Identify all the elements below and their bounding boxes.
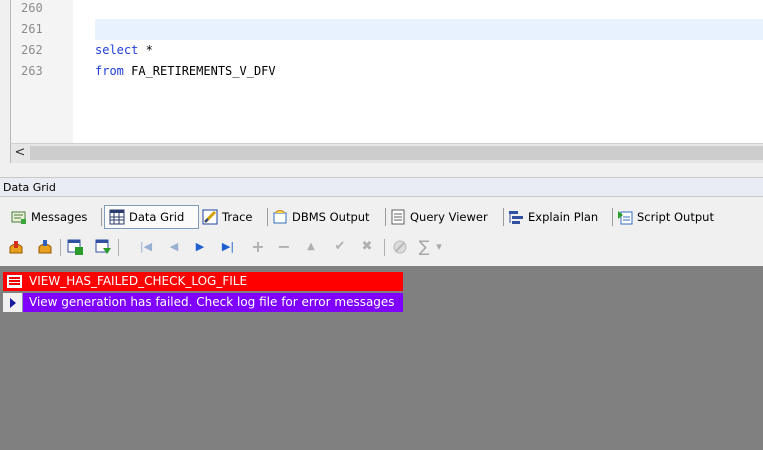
tab-divider xyxy=(503,208,504,226)
tab-label: DBMS Output xyxy=(292,210,370,224)
script-output-icon xyxy=(617,209,633,225)
line-number: 263 xyxy=(21,64,43,78)
tab-label: Messages xyxy=(31,210,88,224)
messages-icon xyxy=(11,209,27,225)
tab-divider xyxy=(101,208,102,226)
toolbar-divider xyxy=(384,239,385,256)
row-indicator-icon xyxy=(3,293,23,312)
refresh-grid-icon[interactable] xyxy=(94,238,112,256)
tab-query-viewer[interactable]: Query Viewer xyxy=(390,204,488,230)
code-line[interactable] xyxy=(95,0,763,19)
panel-title: Data Grid xyxy=(0,177,763,197)
explain-plan-icon xyxy=(508,209,524,225)
sql-keyword: select xyxy=(95,43,139,57)
editor-horizontal-scrollbar[interactable]: < xyxy=(10,143,763,163)
query-viewer-icon xyxy=(390,209,406,225)
tab-divider xyxy=(267,208,268,226)
tab-divider xyxy=(385,208,386,226)
sql-keyword: from xyxy=(95,64,124,78)
tab-messages[interactable]: Messages xyxy=(11,204,87,230)
line-number: 262 xyxy=(21,43,43,57)
grid-toolbar: |◀ ◀ ▶ ▶| + − ▲ ✔ ✖ ∑ ▾ xyxy=(0,234,763,261)
toolbar-divider xyxy=(118,239,119,256)
sql-editor[interactable]: 260 261 262 263 select * from FA_RETIREM… xyxy=(10,0,763,143)
clear-icon[interactable] xyxy=(391,238,409,256)
code-line[interactable]: select * xyxy=(95,40,763,61)
import-icon[interactable] xyxy=(36,238,54,256)
first-record-icon[interactable]: |◀ xyxy=(137,238,155,256)
scrollbar-thumb[interactable] xyxy=(30,146,763,160)
dropdown-icon[interactable]: ▾ xyxy=(433,238,445,256)
line-number: 261 xyxy=(21,22,43,36)
tab-label: Query Viewer xyxy=(410,210,488,224)
last-record-icon[interactable]: ▶| xyxy=(219,238,237,256)
insert-record-icon[interactable]: + xyxy=(249,238,267,256)
export-icon[interactable] xyxy=(7,238,25,256)
tab-trace[interactable]: Trace xyxy=(202,204,253,230)
toolbar-divider xyxy=(60,239,61,256)
code-line-current[interactable] xyxy=(95,19,763,40)
post-edit-icon[interactable]: ✔ xyxy=(331,238,349,256)
tab-label: Explain Plan xyxy=(528,210,599,224)
line-number: 260 xyxy=(21,1,43,15)
tab-divider xyxy=(612,208,613,226)
delete-record-icon[interactable]: − xyxy=(275,238,293,256)
data-grid[interactable]: VIEW_HAS_FAILED_CHECK_LOG_FILE View gene… xyxy=(0,266,763,450)
column-header-label: VIEW_HAS_FAILED_CHECK_LOG_FILE xyxy=(29,274,248,288)
table-row[interactable]: View generation has failed. Check log fi… xyxy=(3,293,403,312)
edit-record-icon[interactable]: ▲ xyxy=(302,238,320,256)
trace-icon xyxy=(202,209,218,225)
tab-label: Trace xyxy=(222,210,253,224)
grid-header-icon xyxy=(7,275,22,288)
code-line[interactable]: from FA_RETIREMENTS_V_DFV xyxy=(95,61,763,82)
copy-grid-icon[interactable] xyxy=(66,238,84,256)
code-text: FA_RETIREMENTS_V_DFV xyxy=(123,64,276,78)
next-record-icon[interactable]: ▶ xyxy=(191,238,209,256)
prior-record-icon[interactable]: ◀ xyxy=(165,238,183,256)
tab-data-grid[interactable]: Data Grid xyxy=(104,205,199,229)
tab-script-output[interactable]: Script Output xyxy=(617,204,714,230)
tab-explain-plan[interactable]: Explain Plan xyxy=(508,204,598,230)
scroll-left-arrow-icon[interactable]: < xyxy=(11,144,29,163)
code-text: * xyxy=(138,43,153,57)
data-grid-icon xyxy=(109,209,125,225)
grid-cell[interactable]: View generation has failed. Check log fi… xyxy=(29,295,395,309)
tab-label: Data Grid xyxy=(129,210,185,224)
cancel-edit-icon[interactable]: ✖ xyxy=(358,238,376,256)
sum-icon[interactable]: ∑ xyxy=(415,238,433,256)
line-number-gutter: 260 261 262 263 xyxy=(11,0,73,143)
tab-label: Script Output xyxy=(637,210,714,224)
tab-dbms-output[interactable]: DBMS Output xyxy=(272,204,370,230)
grid-column-header[interactable]: VIEW_HAS_FAILED_CHECK_LOG_FILE xyxy=(3,272,403,291)
dbms-output-icon xyxy=(272,209,288,225)
result-tabs: Messages Data Grid Trace DBMS Output Que… xyxy=(0,204,763,230)
